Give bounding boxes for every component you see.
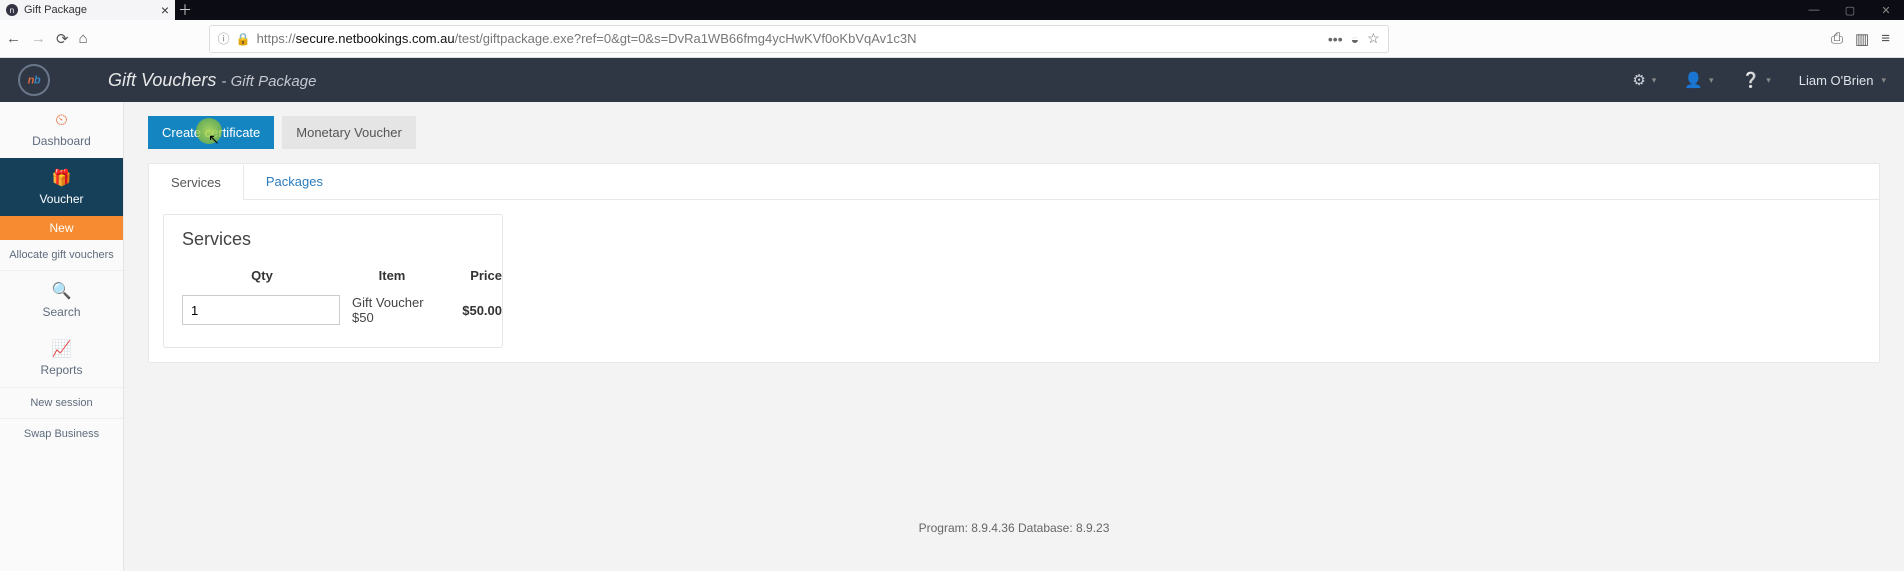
sidebar-item-label: Voucher bbox=[39, 192, 83, 206]
content-panel: Services Packages Services Qty Item Pric… bbox=[148, 163, 1880, 363]
item-name: Gift Voucher $50 bbox=[342, 295, 442, 325]
user-dropdown[interactable]: 👤▾ bbox=[1684, 71, 1713, 89]
brand-logo[interactable]: nb bbox=[18, 64, 50, 96]
sidebar-item-dashboard[interactable]: ⏲ Dashboard bbox=[0, 102, 123, 158]
help-icon: ❔ bbox=[1742, 71, 1761, 89]
chevron-down-icon: ▾ bbox=[1652, 75, 1657, 86]
library-icon[interactable]: ⎙ bbox=[1831, 30, 1843, 47]
browser-toolbar: ← → ⟳ ⌂ ⓘ 🔒 https://secure.netbookings.c… bbox=[0, 20, 1904, 58]
gear-icon: ⚙ bbox=[1632, 71, 1645, 89]
new-tab-button[interactable]: ＋ bbox=[175, 0, 195, 20]
menu-icon[interactable]: ≡ bbox=[1881, 30, 1890, 47]
col-item: Item bbox=[342, 268, 442, 283]
page-title: Gift Vouchers - Gift Package bbox=[108, 70, 316, 91]
tab-title: Gift Package bbox=[24, 4, 87, 16]
sidebar-item-label: Reports bbox=[40, 363, 82, 377]
more-dots-icon[interactable]: ••• bbox=[1328, 31, 1343, 47]
item-price: $50.00 bbox=[442, 303, 502, 318]
chevron-down-icon: ▾ bbox=[1766, 75, 1771, 86]
forward-icon: → bbox=[31, 30, 46, 47]
svg-text:b: b bbox=[34, 75, 41, 87]
tab-packages[interactable]: Packages bbox=[244, 164, 345, 199]
url-text: https://secure.netbookings.com.au/test/g… bbox=[257, 31, 917, 46]
person-icon: 👤 bbox=[1684, 71, 1703, 89]
shield-icon: ⓘ bbox=[218, 30, 230, 47]
maximize-icon[interactable]: ▢ bbox=[1832, 0, 1868, 20]
close-tab-icon[interactable]: × bbox=[161, 2, 169, 18]
username-dropdown[interactable]: Liam O'Brien ▾ bbox=[1799, 73, 1886, 88]
sidebar-item-label: Search bbox=[42, 305, 80, 319]
help-button[interactable]: ❔▾ bbox=[1742, 71, 1771, 89]
browser-tab[interactable]: n Gift Package × bbox=[0, 0, 175, 20]
chevron-down-icon: ▾ bbox=[1709, 75, 1714, 86]
pocket-icon[interactable]: ◒ bbox=[1351, 31, 1359, 47]
chevron-down-icon: ▾ bbox=[1881, 75, 1886, 86]
reload-icon[interactable]: ⟳ bbox=[56, 30, 69, 48]
back-icon[interactable]: ← bbox=[6, 30, 21, 47]
app-header: nb Gift Vouchers - Gift Package ⚙▾ 👤▾ ❔▾… bbox=[0, 58, 1904, 102]
card-heading: Services bbox=[182, 229, 484, 250]
minimize-icon[interactable]: — bbox=[1796, 0, 1832, 20]
tab-services[interactable]: Services bbox=[149, 165, 244, 200]
chart-icon: 📈 bbox=[52, 339, 72, 359]
url-bar[interactable]: ⓘ 🔒 https://secure.netbookings.com.au/te… bbox=[209, 25, 1389, 53]
sidebar-item-new-session[interactable]: New session bbox=[0, 388, 123, 419]
close-window-icon[interactable]: ✕ bbox=[1868, 0, 1904, 20]
create-certificate-button[interactable]: Create certificate ↖ bbox=[148, 116, 274, 149]
sidebar-item-new[interactable]: New bbox=[0, 216, 123, 240]
sidebar-item-voucher[interactable]: 🎁 Voucher bbox=[0, 158, 123, 216]
settings-dropdown[interactable]: ⚙▾ bbox=[1632, 71, 1656, 89]
qty-input[interactable] bbox=[182, 295, 340, 325]
sidebar: ⏲ Dashboard 🎁 Voucher New Allocate gift … bbox=[0, 102, 124, 571]
services-card: Services Qty Item Price Gift Voucher $50… bbox=[163, 214, 503, 348]
star-icon[interactable]: ☆ bbox=[1367, 30, 1380, 47]
footer-version: Program: 8.9.4.36 Database: 8.9.23 bbox=[124, 521, 1904, 535]
sidebar-toggle-icon[interactable]: ▥ bbox=[1855, 30, 1869, 48]
sidebar-item-label: Dashboard bbox=[32, 134, 91, 148]
favicon-icon: n bbox=[6, 4, 18, 16]
col-price: Price bbox=[442, 268, 502, 283]
lock-icon: 🔒 bbox=[236, 32, 251, 46]
sidebar-item-swap-business[interactable]: Swap Business bbox=[0, 419, 123, 449]
sidebar-item-search[interactable]: 🔍 Search bbox=[0, 271, 123, 329]
window-controls: — ▢ ✕ bbox=[1796, 0, 1904, 20]
col-qty: Qty bbox=[182, 268, 342, 283]
browser-tab-strip: n Gift Package × ＋ — ▢ ✕ bbox=[0, 0, 1904, 20]
dashboard-icon: ⏲ bbox=[55, 112, 67, 130]
table-row: Gift Voucher $50 $50.00 bbox=[182, 295, 484, 325]
main-content: Create certificate ↖ Monetary Voucher Se… bbox=[124, 102, 1904, 571]
home-icon[interactable]: ⌂ bbox=[79, 30, 88, 47]
monetary-voucher-button[interactable]: Monetary Voucher bbox=[282, 116, 416, 149]
search-icon: 🔍 bbox=[52, 281, 72, 301]
sidebar-item-reports[interactable]: 📈 Reports bbox=[0, 329, 123, 387]
sidebar-item-allocate[interactable]: Allocate gift vouchers bbox=[0, 240, 123, 271]
table-header: Qty Item Price bbox=[182, 268, 484, 295]
gift-icon: 🎁 bbox=[52, 168, 72, 188]
